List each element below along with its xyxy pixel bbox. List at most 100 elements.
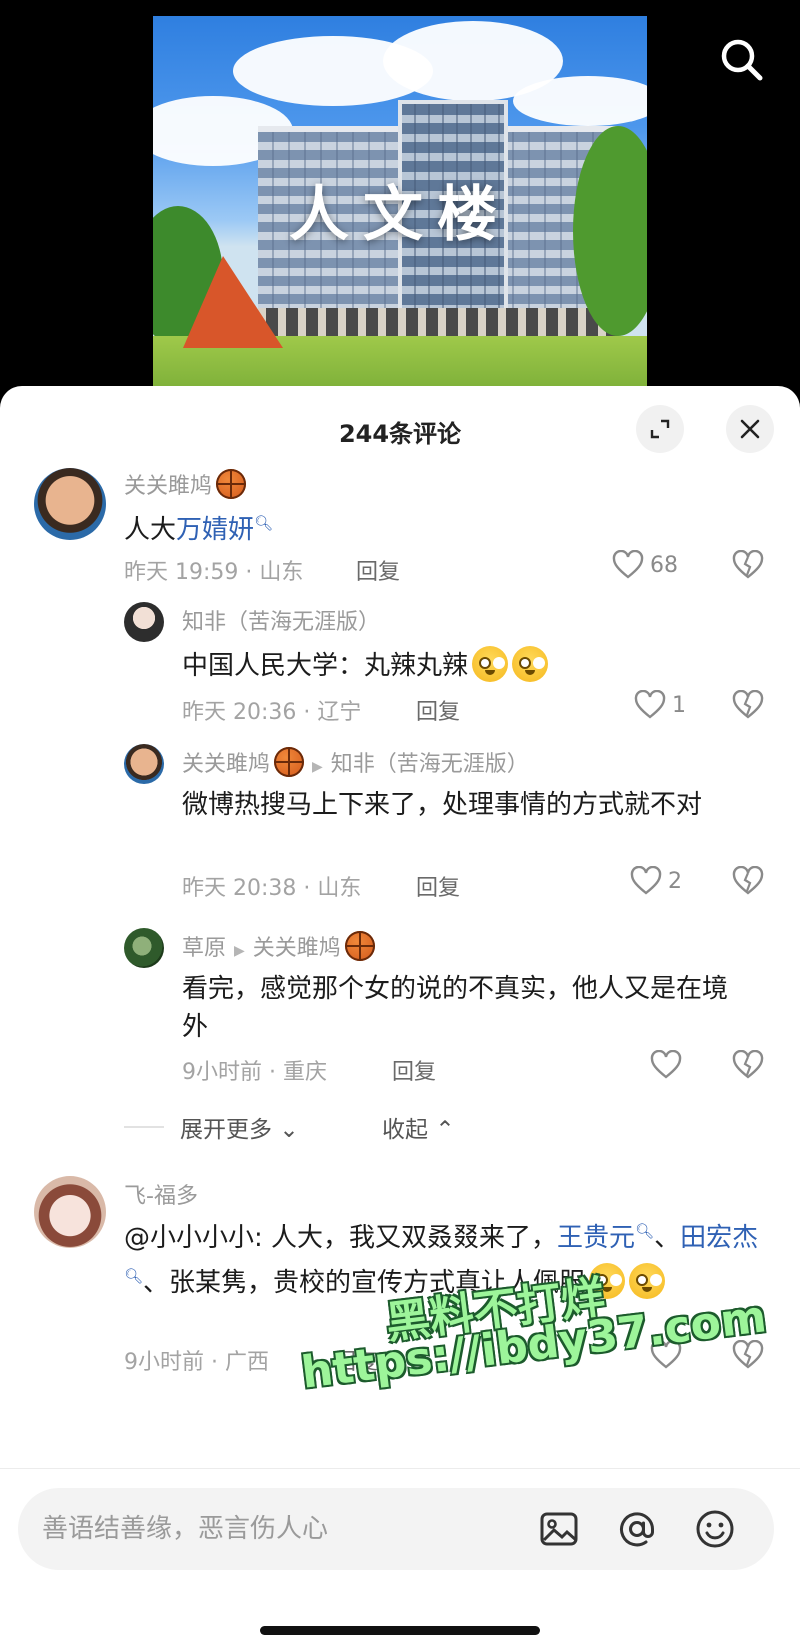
reply-button[interactable]: 回复	[334, 1344, 378, 1376]
replies-expand-row: 展开更多 ⌄ 收起 ⌃	[124, 1108, 800, 1148]
like-count: 2	[668, 868, 682, 894]
reply-arrow-icon: ▶	[312, 759, 323, 775]
search-mini-icon: 🔍︎	[124, 1267, 144, 1285]
comment-text-plain: 人大	[124, 515, 177, 545]
reply-username[interactable]: 知非（苦海无涯版）	[182, 604, 380, 636]
comment-text-part: @小小小小: 人大，我又双叒叕来了，	[124, 1223, 558, 1253]
comment-text: @小小小小: 人大，我又双叒叕来了，王贵元🔍︎、田宏杰🔍︎、张某隽，贵校的宣传方…	[124, 1212, 764, 1302]
reply-arrow-icon: ▶	[234, 943, 245, 959]
collapse-button[interactable]: 收起 ⌃	[382, 1110, 455, 1144]
comment-time-location: 昨天 19:59 · 山东	[124, 560, 304, 585]
reply-button[interactable]: 回复	[356, 554, 400, 586]
dislike-button[interactable]	[732, 1339, 764, 1374]
broken-heart-icon	[732, 865, 764, 895]
reply-text: 看完，感觉那个女的说的不真实，他人又是在境外	[182, 974, 729, 1042]
avatar[interactable]	[124, 928, 164, 968]
avatar[interactable]	[34, 468, 106, 540]
avatar[interactable]	[124, 744, 164, 784]
chevron-down-icon: ⌄	[279, 1117, 299, 1143]
face-emoji	[512, 646, 549, 682]
reply-item: 草原 ▶ 关关雎鸠 看完，感觉那个女的说的不真实，他人又是在境外 9小时前 · 重庆…	[0, 926, 800, 1086]
search-icon	[721, 39, 763, 81]
reply-to-username: 关关雎鸠	[252, 936, 341, 961]
reply-time-location: 昨天 20:38 · 山东	[182, 876, 362, 901]
broken-heart-icon	[732, 549, 764, 579]
dislike-button[interactable]	[732, 549, 764, 584]
basketball-emoji	[274, 747, 305, 777]
comment-item: 飞-福多 @小小小小: 人大，我又双叒叕来了，王贵元🔍︎、田宏杰🔍︎、张某隽，贵…	[0, 1174, 800, 1376]
divider-line	[124, 1126, 164, 1128]
expand-more-button[interactable]: 展开更多 ⌄	[180, 1110, 299, 1144]
reply-time-location: 昨天 20:36 · 辽宁	[182, 700, 362, 725]
reply-username[interactable]: 草原 ▶ 关关雎鸠	[182, 930, 375, 962]
reply-item: 知非（苦海无涯版） 中国人民大学：丸辣丸辣 昨天 20:36 · 辽宁 回复 1	[0, 600, 800, 725]
reply-time-location: 9小时前 · 重庆	[182, 1060, 327, 1085]
comment-username[interactable]: 关关雎鸠	[124, 468, 247, 500]
comment-input[interactable]	[42, 1506, 482, 1552]
video-area[interactable]: 人文楼	[0, 0, 800, 410]
emoji-button[interactable]	[694, 1508, 736, 1550]
home-indicator[interactable]	[260, 1626, 540, 1635]
heart-icon	[612, 550, 644, 579]
dislike-button[interactable]	[732, 865, 764, 900]
search-button[interactable]	[716, 34, 768, 86]
reply-text: 微博热搜马上下来了，处理事情的方式就不对	[182, 790, 703, 820]
like-button[interactable]	[650, 1050, 688, 1080]
basketball-emoji	[216, 469, 247, 499]
reply-button[interactable]: 回复	[392, 1054, 436, 1086]
video-thumbnail: 人文楼	[153, 16, 647, 388]
mention-link[interactable]: 王贵元	[557, 1223, 635, 1253]
heart-icon	[634, 690, 666, 719]
dislike-button[interactable]	[732, 1049, 764, 1084]
like-button[interactable]	[650, 1340, 682, 1370]
expand-sheet-button[interactable]	[636, 405, 684, 453]
reply-text: 中国人民大学：丸辣丸辣	[182, 646, 549, 685]
comment-input-bar	[18, 1488, 774, 1570]
image-button[interactable]	[538, 1508, 580, 1550]
like-button[interactable]: 1	[634, 690, 686, 720]
expand-icon	[650, 419, 670, 439]
reply-button[interactable]: 回复	[416, 870, 460, 902]
username-text: 草原	[182, 936, 227, 961]
like-button[interactable]: 2	[630, 866, 682, 896]
reply-button[interactable]: 回复	[416, 694, 460, 726]
close-icon	[740, 419, 760, 439]
comment-time-location: 9小时前 · 广西	[124, 1350, 269, 1375]
broken-heart-icon	[732, 1339, 764, 1369]
broken-heart-icon	[732, 689, 764, 719]
username-text: 关关雎鸠	[182, 752, 271, 777]
comment-username[interactable]: 飞-福多	[124, 1178, 198, 1210]
comment-separator: 、	[654, 1223, 681, 1253]
username-text: 关关雎鸠	[124, 474, 213, 499]
smile-icon	[696, 1510, 734, 1548]
reply-item: 关关雎鸠 ▶ 知非（苦海无涯版） 微博热搜马上下来了，处理事情的方式就不对 昨天 2…	[0, 742, 800, 902]
face-emoji	[472, 646, 509, 682]
avatar[interactable]	[34, 1176, 106, 1248]
like-count: 1	[672, 692, 686, 718]
chevron-up-icon: ⌃	[435, 1117, 455, 1143]
reply-to-username: 知非（苦海无涯版）	[330, 752, 529, 777]
comment-item: 关关雎鸠 人大万婧妍🔍︎ 昨天 19:59 · 山东 回复 68	[0, 466, 800, 586]
reply-username[interactable]: 关关雎鸠 ▶ 知非（苦海无涯版）	[182, 746, 529, 778]
input-divider	[0, 1468, 800, 1469]
broken-heart-icon	[732, 1049, 764, 1079]
comment-text-part: 、张某隽，贵校的宣传方式真让人佩服	[143, 1268, 586, 1298]
mention-link[interactable]: 万婧妍	[176, 515, 254, 545]
image-icon	[540, 1512, 578, 1546]
like-count: 68	[650, 552, 678, 578]
video-title-overlay: 人文楼	[289, 180, 511, 250]
basketball-emoji	[344, 931, 375, 961]
mention-link[interactable]: 田宏杰	[680, 1223, 758, 1253]
avatar[interactable]	[124, 602, 164, 642]
reply-text-content: 中国人民大学：丸辣丸辣	[182, 651, 469, 681]
search-mini-icon: 🔍︎	[635, 1222, 655, 1240]
dislike-button[interactable]	[732, 689, 764, 724]
close-sheet-button[interactable]	[726, 405, 774, 453]
heart-icon	[650, 1340, 682, 1369]
mention-button[interactable]	[616, 1508, 658, 1550]
at-icon	[620, 1512, 654, 1547]
like-button[interactable]: 68	[612, 550, 678, 580]
comments-sheet: 244条评论 关关雎鸠 人大万婧妍🔍︎ 昨天 19:59 · 山东 回复 68	[0, 386, 800, 1651]
thinking-emoji	[589, 1263, 626, 1299]
comment-text: 人大万婧妍🔍︎	[124, 504, 273, 549]
